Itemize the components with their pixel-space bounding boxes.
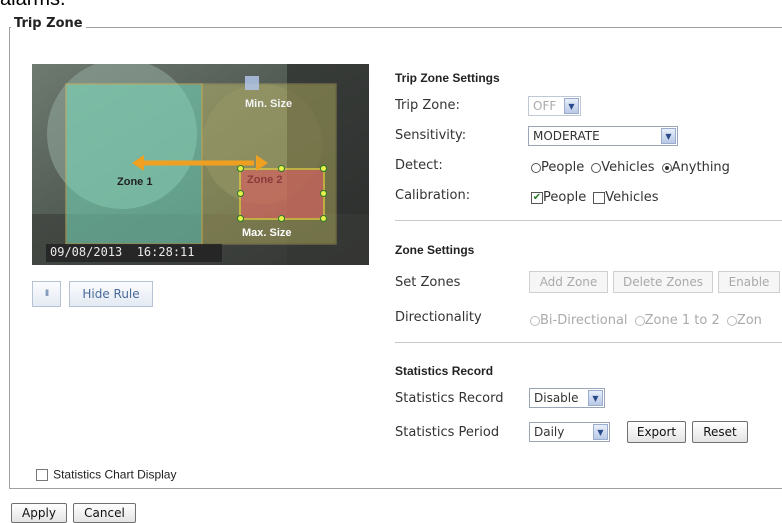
export-button[interactable]: Export	[627, 421, 686, 443]
cancel-button[interactable]: Cancel	[73, 503, 136, 523]
statistics-chart-checkbox[interactable]	[36, 468, 48, 481]
enable-button[interactable]: Enable	[718, 271, 780, 293]
statistics-period-label: Statistics Period	[395, 425, 500, 440]
max-size-handle-bl[interactable]	[237, 215, 244, 222]
sensitivity-select[interactable]: MODERATE ▼	[528, 126, 678, 146]
zone-settings-header: Zone Settings	[395, 243, 475, 257]
pause-icon: II	[44, 289, 49, 299]
divider	[395, 342, 782, 343]
direction-bi-label: Bi-Directional	[540, 313, 628, 328]
calibration-people-checkbox[interactable]: ✔	[531, 191, 543, 204]
calibration-vehicles-checkbox[interactable]	[593, 191, 606, 204]
pause-button[interactable]: II	[32, 281, 61, 307]
trip-zone-label: Trip Zone:	[395, 98, 460, 113]
divider	[395, 220, 782, 221]
set-zones-label: Set Zones	[395, 275, 461, 290]
max-size-handle-tm[interactable]	[278, 165, 285, 172]
max-size-label: Max. Size	[242, 227, 292, 239]
section-legend: Trip Zone	[11, 16, 86, 31]
hide-rule-button[interactable]: Hide Rule	[69, 281, 153, 307]
detect-vehicles-label: Vehicles	[601, 160, 655, 175]
detect-vehicles-radio[interactable]	[591, 162, 602, 173]
reset-button[interactable]: Reset	[692, 421, 748, 443]
camera-timestamp: 09/08/2013 16:28:11	[50, 245, 195, 259]
direction-1to2-radio[interactable]	[634, 315, 645, 326]
calibration-label: Calibration:	[395, 188, 471, 203]
direction-1to2-label: Zone 1 to 2	[644, 313, 720, 328]
delete-zones-button[interactable]: Delete Zones	[613, 271, 713, 293]
max-size-handle-bm[interactable]	[278, 215, 285, 222]
detect-people-label: People	[541, 160, 585, 175]
chevron-down-icon: ▼	[564, 98, 579, 114]
apply-button[interactable]: Apply	[11, 503, 67, 523]
truncated-text: alarms.	[0, 0, 66, 11]
statistics-period-value: Daily	[534, 425, 565, 439]
max-size-handle-br[interactable]	[320, 215, 327, 222]
directionality-options: Bi-Directional Zone 1 to 2 Zon	[530, 310, 782, 329]
detect-people-radio[interactable]	[531, 162, 541, 173]
camera-scene	[32, 64, 369, 265]
max-size-handle-tr[interactable]	[320, 165, 327, 172]
chevron-down-icon: ▼	[588, 390, 603, 406]
chevron-down-icon: ▼	[593, 424, 608, 440]
detect-label: Detect:	[395, 158, 443, 173]
add-zone-button[interactable]: Add Zone	[529, 271, 608, 293]
chevron-down-icon: ▼	[661, 128, 676, 144]
statistics-chart-display: Statistics Chart Display	[36, 464, 176, 483]
max-size-handle-tl[interactable]	[237, 165, 244, 172]
detect-anything-radio[interactable]	[661, 162, 672, 173]
calibration-people-label: People	[543, 190, 587, 205]
statistics-record-select[interactable]: Disable ▼	[529, 388, 605, 408]
trip-zone-settings-header: Trip Zone Settings	[395, 71, 500, 85]
camera-view[interactable]: Min. Size Zone 1 Zone 2 Max. Size 09/08/…	[32, 64, 369, 265]
max-size-handle-ml[interactable]	[237, 190, 244, 197]
sensitivity-value: MODERATE	[533, 129, 600, 143]
trip-zone-value: OFF	[533, 99, 557, 113]
zone1-label: Zone 1	[117, 176, 153, 188]
detect-anything-label: Anything	[671, 160, 730, 175]
zone2-label: Zone 2	[247, 174, 283, 186]
direction-2to1-radio[interactable]	[726, 315, 737, 326]
statistics-record-value: Disable	[534, 391, 579, 405]
detect-options: People Vehicles Anything	[531, 157, 732, 176]
max-size-handle-mr[interactable]	[320, 190, 327, 197]
direction-bi-radio[interactable]	[530, 315, 540, 326]
sensitivity-label: Sensitivity:	[395, 128, 467, 143]
statistics-header: Statistics Record	[395, 364, 494, 378]
direction-2to1-label: Zon	[736, 313, 762, 328]
statistics-period-select[interactable]: Daily ▼	[529, 422, 610, 442]
trip-zone-select[interactable]: OFF ▼	[528, 96, 581, 116]
statistics-record-label: Statistics Record	[395, 391, 504, 406]
calibration-vehicles-label: Vehicles	[605, 190, 659, 205]
calibration-options: ✔ People Vehicles	[531, 187, 661, 206]
min-size-label: Min. Size	[245, 98, 293, 110]
statistics-chart-label: Statistics Chart Display	[53, 467, 177, 482]
directionality-label: Directionality	[395, 310, 482, 325]
